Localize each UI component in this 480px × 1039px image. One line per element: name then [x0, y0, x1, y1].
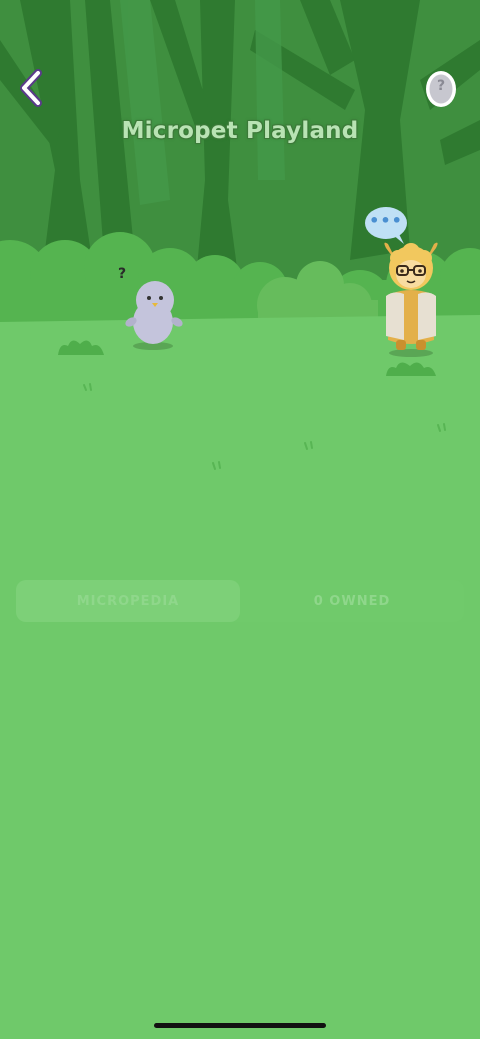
help-button[interactable]: ? — [424, 68, 458, 108]
alpaca-figure — [384, 242, 438, 357]
page-title: Micropet Playland — [121, 118, 359, 144]
tab-bar: MICROPEDIA 0 OWNED — [16, 580, 464, 622]
alpaca-character[interactable] — [378, 240, 444, 358]
forest-scene — [0, 0, 480, 1039]
question-mark-text: ? — [118, 266, 127, 282]
home-indicator[interactable] — [154, 1023, 326, 1028]
help-question-mark: ? — [436, 78, 446, 94]
unknown-micropet[interactable]: ? — [118, 266, 188, 352]
tab-owned[interactable]: 0 OWNED — [240, 580, 464, 622]
tab-micropedia[interactable]: MICROPEDIA — [16, 580, 240, 622]
back-button[interactable] — [14, 68, 50, 108]
grass-ground — [0, 315, 480, 1039]
chevron-left-icon — [20, 69, 42, 107]
unknown-micropet-figure — [125, 281, 183, 350]
speech-bubble-dots: ••• — [369, 211, 403, 230]
